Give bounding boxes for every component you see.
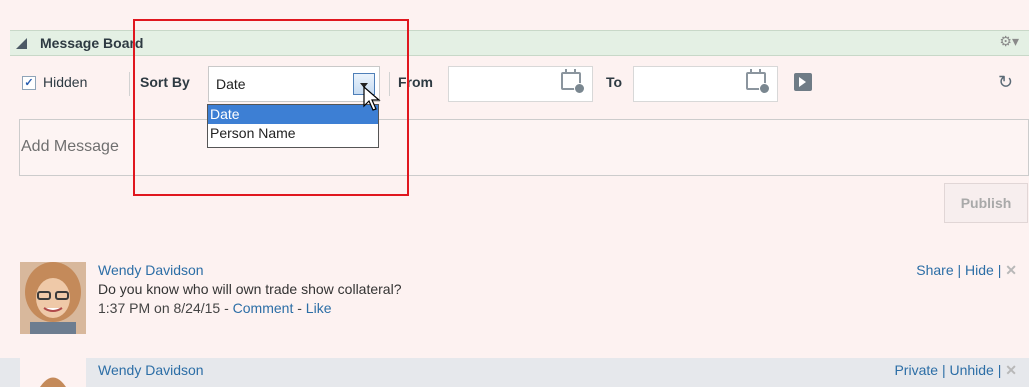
collapse-triangle-icon[interactable] — [16, 38, 27, 49]
unhide-link[interactable]: Unhide — [949, 362, 993, 378]
publish-button[interactable]: Publish — [944, 183, 1028, 223]
action-separator: | — [997, 262, 1002, 278]
post-actions: Private | Unhide | ✕ — [894, 362, 1017, 379]
post-meta: 1:37 PM on 8/24/15 - Comment - Like — [98, 300, 331, 316]
private-link[interactable]: Private — [894, 362, 938, 378]
avatar — [20, 358, 86, 387]
hidden-label: Hidden — [43, 74, 88, 90]
action-separator: | — [997, 362, 1002, 378]
action-separator: | — [957, 262, 962, 278]
refresh-icon[interactable]: ↻ — [998, 72, 1013, 93]
hidden-checkbox[interactable]: ✓ — [22, 76, 36, 90]
avatar — [20, 262, 86, 334]
highlight-annotation-box — [133, 19, 409, 196]
hide-link[interactable]: Hide — [965, 262, 994, 278]
from-date-input[interactable] — [448, 66, 593, 102]
action-separator: | — [941, 362, 946, 378]
post-message: Do you know who will own trade show coll… — [98, 281, 402, 297]
post-actions: Share | Hide | ✕ — [916, 262, 1017, 279]
toolbar-divider — [129, 72, 130, 96]
gear-icon[interactable]: ⚙▾ — [999, 33, 1019, 50]
go-arrow-button[interactable] — [794, 73, 812, 91]
delete-x-icon[interactable]: ✕ — [1005, 262, 1017, 278]
calendar-icon[interactable] — [746, 69, 770, 94]
message-post: Wendy Davidson Do you know who will own … — [0, 262, 1029, 334]
like-link[interactable]: Like — [306, 300, 332, 316]
post-author-link[interactable]: Wendy Davidson — [98, 262, 204, 278]
post-timestamp: 1:37 PM on 8/24/15 — [98, 300, 221, 316]
post-author-link[interactable]: Wendy Davidson — [98, 362, 204, 378]
add-message-placeholder: Add Message — [21, 138, 119, 155]
comment-link[interactable]: Comment — [233, 300, 294, 316]
to-date-input[interactable] — [633, 66, 778, 102]
share-link[interactable]: Share — [916, 262, 953, 278]
message-post: Wendy Davidson Private | Unhide | ✕ — [0, 358, 1029, 387]
panel-title: Message Board — [40, 35, 144, 51]
calendar-icon[interactable] — [561, 69, 585, 94]
to-label: To — [606, 74, 623, 90]
delete-x-icon[interactable]: ✕ — [1005, 362, 1017, 378]
meta-separator: - — [224, 300, 229, 316]
meta-separator: - — [297, 300, 302, 316]
